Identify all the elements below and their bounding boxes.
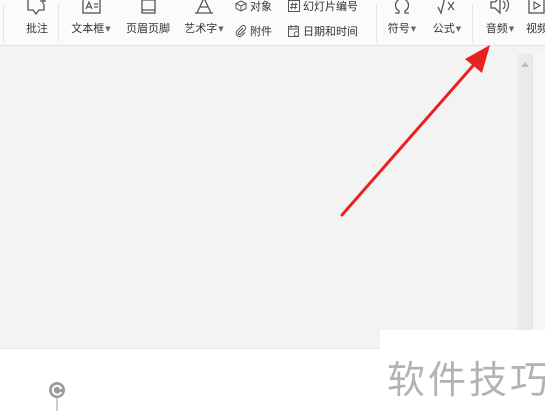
textbox-icon xyxy=(82,0,101,14)
formula-icon xyxy=(437,0,455,15)
chevron-down-icon: ▼ xyxy=(105,25,111,33)
scroll-up-arrow-icon[interactable] xyxy=(521,62,529,67)
video-icon xyxy=(528,0,545,14)
date-time-label: 日期和时间 xyxy=(303,25,358,38)
textbox-label: 文本框 xyxy=(71,22,105,35)
chevron-down-icon: ▼ xyxy=(455,25,462,33)
slide-number-label: 幻灯片编号 xyxy=(303,0,358,13)
object-button[interactable]: 对象 xyxy=(235,0,272,14)
ribbon-separator xyxy=(3,4,4,42)
speaker-icon xyxy=(490,0,510,15)
header-footer-icon xyxy=(141,0,156,14)
rotate-handle-icon[interactable] xyxy=(46,380,68,411)
wordart-icon xyxy=(195,0,213,14)
ribbon-separator xyxy=(376,4,377,42)
header-footer-button[interactable]: 页眉页脚 xyxy=(122,0,174,45)
vertical-scrollbar[interactable] xyxy=(518,54,532,330)
watermark: 软件技巧 xyxy=(380,330,545,410)
paperclip-icon xyxy=(235,25,247,37)
object-icon xyxy=(235,0,247,12)
date-time-button[interactable]: 日期和时间 xyxy=(288,23,358,39)
ribbon-separator xyxy=(58,4,59,42)
object-label: 对象 xyxy=(250,0,272,13)
comment-icon xyxy=(27,0,46,16)
chevron-down-icon: ▼ xyxy=(410,25,417,33)
formula-label: 公式 xyxy=(432,22,455,35)
wordart-button[interactable]: 艺术字▼ xyxy=(180,0,228,45)
header-footer-label: 页眉页脚 xyxy=(126,22,170,35)
omega-icon xyxy=(394,0,410,14)
video-button[interactable]: 视频 xyxy=(526,0,545,45)
wordart-label: 艺术字 xyxy=(184,22,218,35)
ribbon-separator xyxy=(472,4,473,42)
attachment-label: 附件 xyxy=(250,25,272,38)
scrollbar-thumb[interactable] xyxy=(518,54,532,330)
insert-ribbon-toolbar: 批注 文本框▼ 页眉页脚 艺术字▼ 对象 附件 幻灯片编号 日期和时间 符号▼ … xyxy=(0,0,545,46)
chevron-down-icon: ▼ xyxy=(218,25,224,33)
attachment-button[interactable]: 附件 xyxy=(235,23,272,39)
audio-button[interactable]: 音频▼ xyxy=(480,0,520,45)
comment-label: 批注 xyxy=(26,22,48,35)
slide-number-button[interactable]: 幻灯片编号 xyxy=(288,0,358,14)
right-side-panel xyxy=(532,54,545,330)
calendar-icon xyxy=(288,25,300,37)
chevron-down-icon: ▼ xyxy=(508,25,515,33)
video-label: 视频 xyxy=(526,22,545,35)
slide-number-icon xyxy=(288,0,300,12)
audio-label: 音频 xyxy=(485,22,508,35)
comment-button[interactable]: 批注 xyxy=(22,0,52,45)
slide-canvas[interactable] xyxy=(0,47,518,330)
formula-button[interactable]: 公式▼ xyxy=(428,0,466,45)
textbox-button[interactable]: 文本框▼ xyxy=(66,0,116,45)
watermark-text: 软件技巧 xyxy=(387,358,545,402)
symbol-button[interactable]: 符号▼ xyxy=(383,0,421,45)
symbol-label: 符号 xyxy=(387,22,410,35)
